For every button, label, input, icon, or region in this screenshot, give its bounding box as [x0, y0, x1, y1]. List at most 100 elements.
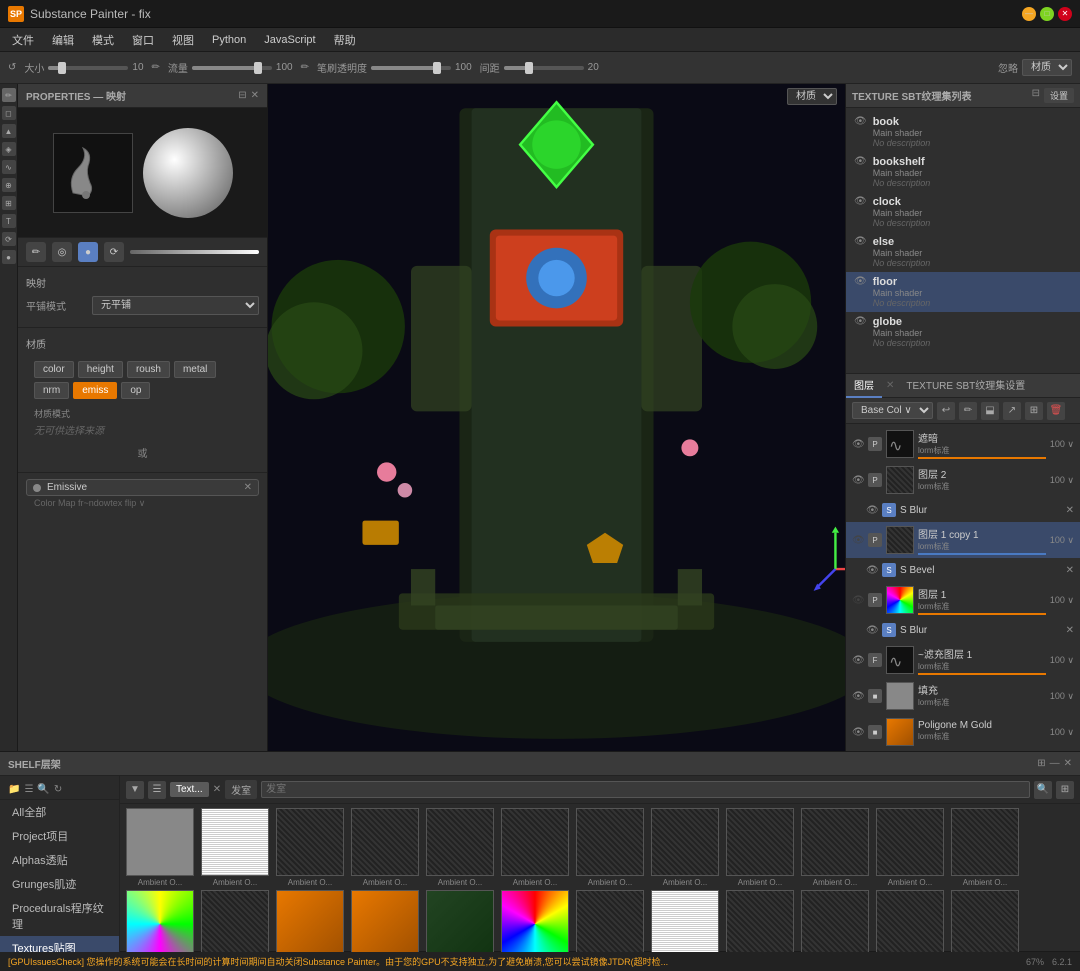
viewport-canvas[interactable]: 材质 [268, 84, 845, 751]
shelf-search-input[interactable] [261, 781, 1030, 798]
swatch-height[interactable]: height [78, 361, 123, 378]
eye-icon-clock[interactable]: 👁 [854, 196, 867, 207]
layer-item-blur2[interactable]: 👁 S S Blur ✕ [846, 618, 1080, 642]
layers-channel-select[interactable]: Base Col ∨ [852, 402, 933, 419]
shelf-item-colormap3[interactable]: Color Map f... [274, 890, 346, 952]
layer-item-zhezan[interactable]: 👁 P ∿ 遮暗 lorm标准 100 ∨ [846, 426, 1080, 462]
pen-trans-slider[interactable]: 100 [371, 62, 472, 73]
minimize-button[interactable]: — [1022, 7, 1036, 21]
shelf-item-curv2[interactable]: Curvature... [874, 890, 946, 952]
layers-group-btn[interactable]: ↗ [1003, 402, 1021, 420]
layer-item-1[interactable]: 👁 P 图层 1 lorm标准 100 ∨ [846, 582, 1080, 618]
shelf-project[interactable]: Project项目 [0, 824, 119, 848]
shelf-procedurals[interactable]: Procedurals程序纹理 [0, 896, 119, 936]
properties-close-icon[interactable]: ✕ [251, 90, 259, 101]
layers-add-btn[interactable]: ⬓ [981, 402, 999, 420]
shelf-item-curv3[interactable]: Curvature... [949, 890, 1021, 952]
layer-item-blur1[interactable]: 👁 S S Blur ✕ [846, 498, 1080, 522]
eye-icon-bookshelf[interactable]: 👁 [854, 156, 867, 167]
texset-item-globe[interactable]: 👁 globe Main shader No description [846, 312, 1080, 352]
layer-eye-icon-2[interactable]: 👁 [852, 475, 864, 486]
mat-type-select[interactable]: 材质 [1022, 59, 1072, 76]
shelf-item-colormap2[interactable]: Color Map f... [199, 890, 271, 952]
swatch-metal[interactable]: metal [174, 361, 216, 378]
eye-icon-floor[interactable]: 👁 [854, 276, 867, 287]
eye-icon-book[interactable]: 👁 [854, 116, 867, 127]
tool-text[interactable]: T [2, 214, 16, 228]
menu-help[interactable]: 帮助 [326, 30, 364, 50]
tool-btn-refresh[interactable]: ⟳ [104, 242, 124, 262]
shelf-item-colormap7[interactable]: Color Map f... [574, 890, 646, 952]
tool-btn-circle[interactable]: ◎ [52, 242, 72, 262]
shelf-item-ambient8[interactable]: Ambient O... [649, 808, 721, 887]
menu-mode[interactable]: 模式 [84, 30, 122, 50]
flow-slider[interactable]: 100 [192, 62, 293, 73]
shelf-item-ambient12[interactable]: Ambient O... [949, 808, 1021, 887]
spacing-slider[interactable]: 20 [504, 62, 599, 73]
layers-add-paint-btn[interactable]: ↩ [937, 402, 955, 420]
tool-select[interactable]: ◈ [2, 142, 16, 156]
shelf-item-ambient10[interactable]: Ambient O... [799, 808, 871, 887]
shelf-grid-icon[interactable]: ⊞ [1037, 758, 1045, 769]
shelf-grid-size-btn[interactable]: ⊞ [1056, 781, 1074, 799]
layer-eye-filter1[interactable]: 👁 [852, 655, 864, 666]
swatch-color[interactable]: color [34, 361, 74, 378]
tool-paint[interactable]: ✏ [2, 88, 16, 102]
layer-eye-copy1[interactable]: 👁 [852, 535, 864, 546]
viewport-mat-select[interactable]: 材质 [787, 88, 837, 105]
swatch-emiss[interactable]: emiss [73, 382, 117, 399]
tool-morph[interactable]: ⟳ [2, 232, 16, 246]
texset-item-clock[interactable]: 👁 clock Main shader No description [846, 192, 1080, 232]
shelf-item-ambient2[interactable]: Ambient O... [199, 808, 271, 887]
menu-window[interactable]: 窗口 [124, 30, 162, 50]
layer-eye-gold[interactable]: 👁 [852, 727, 864, 738]
close-button[interactable]: ✕ [1058, 7, 1072, 21]
tool-3d[interactable]: ● [2, 250, 16, 264]
emissive-close-icon[interactable]: ✕ [244, 482, 252, 493]
shelf-tab-text[interactable]: Text... [170, 782, 209, 797]
size-slider[interactable]: 10 [48, 62, 143, 73]
swatch-nrm[interactable]: nrm [34, 382, 69, 399]
shelf-item-colormap6[interactable]: Color Map f... [499, 890, 571, 952]
shelf-item-ambient4[interactable]: Ambient O... [349, 808, 421, 887]
layer-eye-1[interactable]: 👁 [852, 595, 864, 606]
shelf-item-ambient3[interactable]: Ambient O... [274, 808, 346, 887]
tool-fill[interactable]: ▲ [2, 124, 16, 138]
eye-icon-globe[interactable]: 👁 [854, 316, 867, 327]
swatch-op[interactable]: op [121, 382, 150, 399]
texset-pin-icon[interactable]: ⊟ [1032, 88, 1040, 103]
layer-eye-fill[interactable]: 👁 [852, 691, 864, 702]
shelf-item-ambient6[interactable]: Ambient O... [499, 808, 571, 887]
layers-duplicate-btn[interactable]: ⊞ [1025, 402, 1043, 420]
effect-close-blur1[interactable]: ✕ [1066, 505, 1074, 516]
shelf-item-ambient7[interactable]: Ambient O... [574, 808, 646, 887]
layers-delete-btn[interactable]: 🗑 [1047, 402, 1065, 420]
layer-eye-icon[interactable]: 👁 [852, 439, 864, 450]
tab-layers[interactable]: 图层 [846, 374, 882, 398]
menu-javascript[interactable]: JavaScript [256, 32, 323, 48]
effect-close-blur2[interactable]: ✕ [1066, 625, 1074, 636]
shelf-grunges[interactable]: Grunges肌迹 [0, 872, 119, 896]
shelf-search-btn[interactable]: 🔍 [1034, 781, 1052, 799]
menu-python[interactable]: Python [204, 32, 254, 48]
flat-mode-select[interactable]: 元平铺 [92, 296, 259, 315]
tool-anchor[interactable]: ⊞ [2, 196, 16, 210]
shelf-close-icon[interactable]: ✕ [1064, 758, 1072, 769]
layer-eye-blur1[interactable]: 👁 [866, 505, 878, 516]
shelf-min-icon[interactable]: — [1050, 758, 1060, 769]
menu-file[interactable]: 文件 [4, 30, 42, 50]
tab-texset-settings[interactable]: TEXTURE SBT纹理集设置 [898, 374, 1033, 398]
shelf-tab-close[interactable]: ✕ [213, 784, 221, 795]
layer-eye-blur2[interactable]: 👁 [866, 625, 878, 636]
shelf-item-ambient11[interactable]: Ambient O... [874, 808, 946, 887]
shelf-item-colormap9[interactable]: Color Map f... [724, 890, 796, 952]
layer-eye-bevel[interactable]: 👁 [866, 565, 878, 576]
shelf-item-ambient9[interactable]: Ambient O... [724, 808, 796, 887]
effect-close-bevel[interactable]: ✕ [1066, 565, 1074, 576]
texset-item-floor[interactable]: 👁 floor Main shader No description [846, 272, 1080, 312]
maximize-button[interactable]: □ [1040, 7, 1054, 21]
shelf-item-colormap4[interactable]: Color Map f... [349, 890, 421, 952]
shelf-item-ambient5[interactable]: Ambient O... [424, 808, 496, 887]
swatch-roush[interactable]: roush [127, 361, 170, 378]
layer-item-gold[interactable]: 👁 ■ Poligone M Gold lorm标准 100 ∨ [846, 714, 1080, 750]
